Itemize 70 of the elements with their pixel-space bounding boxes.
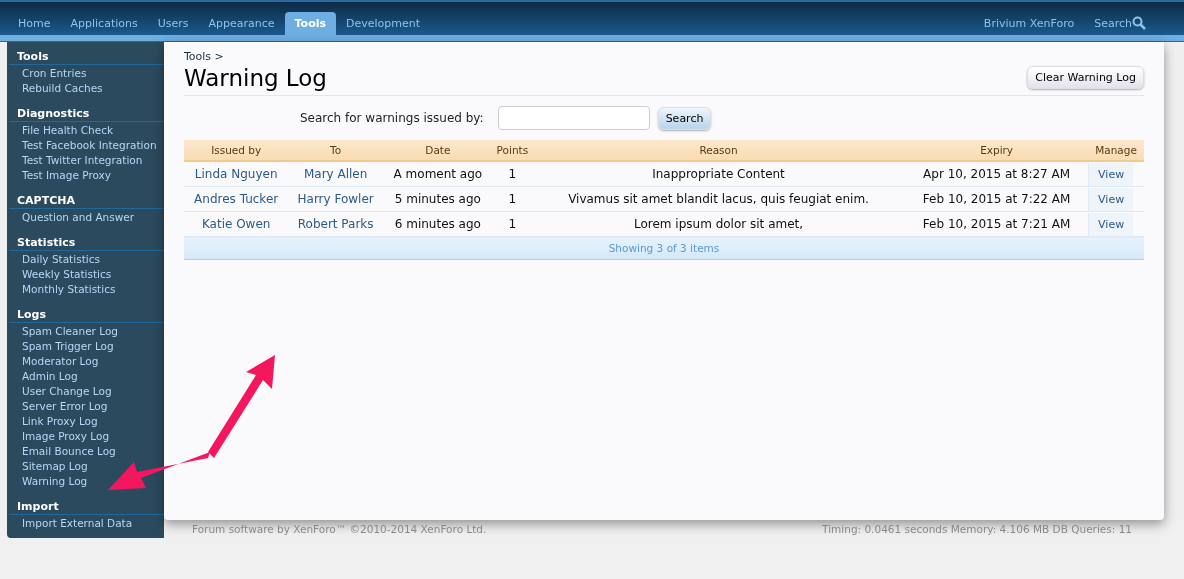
sidebar-item[interactable]: Image Proxy Log [9, 429, 164, 444]
table-footer: Showing 3 of 3 items [184, 236, 1144, 260]
view-link[interactable]: View [1088, 187, 1134, 211]
table-cell[interactable]: Robert Parks [288, 211, 383, 237]
sidebar-item[interactable]: Weekly Statistics [9, 267, 164, 282]
sidebar-heading: CAPTCHA [9, 194, 164, 209]
sidebar-heading: Logs [9, 308, 164, 323]
table-cell[interactable]: Andres Tucker [184, 186, 289, 212]
column-header: Date [382, 140, 493, 161]
sidebar-item[interactable]: Admin Log [9, 369, 164, 384]
column-header: Expiry [905, 140, 1089, 161]
sidebar-item[interactable]: Import External Data [9, 516, 164, 531]
table-cell: A moment ago [382, 161, 493, 187]
search-link[interactable]: Search [1094, 16, 1146, 30]
table-cell[interactable]: Harry Fowler [288, 186, 383, 212]
table-cell: 1 [492, 186, 532, 212]
nav-tab[interactable]: Applications [60, 12, 148, 35]
sidebar-item[interactable]: User Change Log [9, 384, 164, 399]
sidebar-item[interactable]: Moderator Log [9, 354, 164, 369]
sidebar-item[interactable]: Warning Log [9, 474, 164, 489]
view-link[interactable]: View [1088, 162, 1134, 186]
sidebar-heading: Statistics [9, 236, 164, 251]
page-title: Warning Log [184, 65, 327, 91]
table-cell[interactable]: Linda Nguyen [184, 161, 289, 187]
table-cell[interactable]: Katie Owen [184, 211, 289, 237]
view-link[interactable]: View [1088, 212, 1134, 236]
sidebar-item[interactable]: Test Facebook Integration [9, 138, 164, 153]
search-field[interactable] [497, 106, 650, 130]
search-label: Search for warnings issued by: [300, 111, 484, 125]
nav-tab[interactable]: Home [8, 12, 61, 35]
column-header: Points [492, 140, 532, 161]
sidebar-item[interactable]: Spam Trigger Log [9, 339, 164, 354]
sidebar-item[interactable]: Monthly Statistics [9, 282, 164, 297]
table-cell: 1 [492, 211, 532, 237]
nav-tab[interactable]: Appearance [198, 12, 285, 35]
sidebar-item[interactable]: Server Error Log [9, 399, 164, 414]
debug-stats: Timing: 0.0461 seconds Memory: 4.106 MB DB Queries: 11 [822, 523, 1132, 535]
column-header: Manage [1088, 140, 1144, 161]
breadcrumb[interactable]: Tools > [184, 50, 1144, 63]
nav-tab[interactable]: Users [147, 12, 199, 35]
sidebar-heading: Diagnostics [9, 107, 164, 122]
sidebar-item[interactable]: Test Image Proxy [9, 168, 164, 183]
copyright-text: Forum software by XenForo™ ©2010-2014 XenForo Ltd. [192, 523, 487, 535]
table-cell: 6 minutes ago [382, 211, 493, 237]
search-icon [1132, 16, 1146, 30]
table-cell: Lorem ipsum dolor sit amet, [531, 211, 906, 237]
sidebar-item[interactable]: Link Proxy Log [9, 414, 164, 429]
column-header: To [288, 140, 383, 161]
sidebar-item[interactable]: Rebuild Caches [9, 81, 164, 96]
table-cell: Vivamus sit amet blandit lacus, quis feugiat enim. [531, 186, 906, 212]
column-header: Issued by [184, 140, 289, 161]
sidebar-item[interactable]: Question and Answer [9, 210, 164, 225]
table-cell: 5 minutes ago [382, 186, 493, 212]
nav-link[interactable]: Brivium XenForo [983, 16, 1075, 30]
search-button[interactable]: Search [657, 106, 712, 130]
table-cell[interactable]: Mary Allen [288, 161, 383, 187]
sidebar-item[interactable]: Sitemap Log [9, 459, 164, 474]
clear-log-button[interactable]: Clear Warning Log [1027, 65, 1144, 89]
sidebar-heading: Import [9, 500, 164, 515]
sidebar-item[interactable]: File Health Check [9, 123, 164, 138]
sidebar-heading: Tools [9, 50, 164, 65]
sidebar-item[interactable]: Daily Statistics [9, 252, 164, 267]
column-header: Reason [531, 140, 906, 161]
sidebar-item[interactable]: Spam Cleaner Log [9, 324, 164, 339]
nav-tab[interactable]: Development [336, 12, 431, 35]
sidebar-item[interactable]: Email Bounce Log [9, 444, 164, 459]
sidebar-item[interactable]: Test Twitter Integration [9, 153, 164, 168]
table-cell: Inappropriate Content [531, 161, 906, 187]
table-cell: 1 [492, 161, 532, 187]
sidebar-item[interactable]: Cron Entries [9, 66, 164, 81]
